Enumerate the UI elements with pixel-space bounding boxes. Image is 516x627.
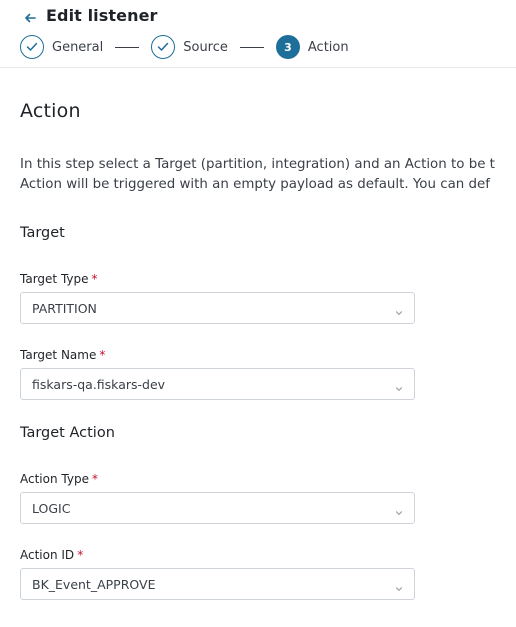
description-line: Action will be triggered with an empty p… (20, 177, 490, 192)
target-group-title: Target (20, 225, 65, 241)
chevron-down-icon (394, 379, 404, 391)
field-label-text: Target Type (20, 272, 89, 286)
target-type-select[interactable]: PARTITION (20, 292, 415, 324)
step-number-badge: 3 (275, 35, 300, 59)
page-title: Edit listener (46, 5, 158, 25)
step-connector (239, 46, 264, 48)
action-id-select[interactable]: BK_Event_APPROVE (20, 568, 415, 600)
step-action[interactable]: 3 Action (275, 35, 349, 59)
field-label-text: Target Name (20, 348, 97, 362)
chevron-down-icon (394, 303, 404, 315)
step-label: General (52, 39, 104, 55)
action-id-label: Action ID * (20, 548, 83, 562)
required-mark: * (77, 548, 84, 562)
stepper: General Source 3 Action (20, 35, 349, 59)
description: In this step select a Target (partition,… (20, 155, 516, 195)
target-name-select[interactable]: fiskars-qa.fiskars-dev (20, 368, 415, 400)
target-name-label: Target Name * (20, 348, 105, 362)
select-value: PARTITION (32, 300, 97, 316)
step-done-circle (151, 35, 176, 59)
action-type-select[interactable]: LOGIC (20, 492, 415, 524)
chevron-down-icon (394, 579, 404, 591)
field-label-text: Action ID (20, 548, 75, 562)
check-icon (157, 42, 169, 51)
page-header: Edit listener General Source 3 Action (0, 0, 516, 68)
required-mark: * (91, 272, 98, 286)
description-line: In this step select a Target (partition,… (20, 157, 495, 172)
title-row: Edit listener (24, 4, 158, 26)
target-action-group-title: Target Action (20, 425, 115, 441)
required-mark: * (91, 472, 98, 486)
select-value: BK_Event_APPROVE (32, 576, 156, 592)
target-type-label: Target Type * (20, 272, 98, 286)
required-mark: * (99, 348, 106, 362)
arrow-left-icon[interactable] (24, 9, 36, 23)
step-connector (115, 46, 140, 48)
section-title: Action (20, 100, 81, 122)
select-value: LOGIC (32, 500, 71, 516)
step-done-circle (20, 35, 44, 59)
step-source[interactable]: Source (151, 35, 228, 59)
chevron-down-icon (394, 503, 404, 515)
check-icon (26, 42, 38, 51)
step-label: Source (183, 39, 228, 55)
step-general[interactable]: General (20, 35, 103, 59)
action-type-label: Action Type * (20, 472, 98, 486)
select-value: fiskars-qa.fiskars-dev (32, 376, 166, 392)
step-label: Action (307, 39, 349, 55)
field-label-text: Action Type (20, 472, 89, 486)
